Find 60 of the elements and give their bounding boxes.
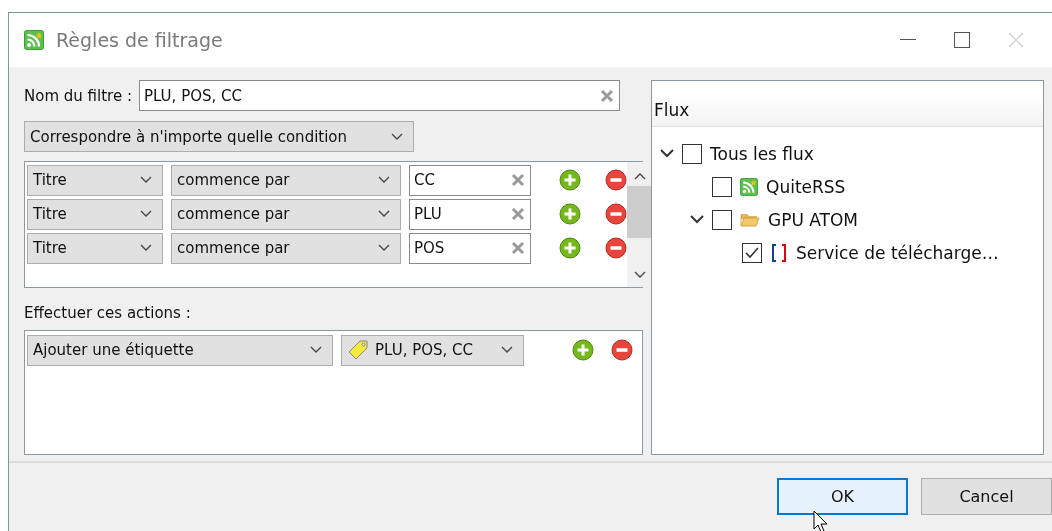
add-icon[interactable]	[559, 237, 581, 259]
tree-item-label[interactable]: QuiteRSS	[766, 176, 846, 197]
add-icon[interactable]	[559, 169, 581, 191]
condition-value-field[interactable]: PLU	[409, 198, 531, 230]
remove-icon[interactable]	[605, 203, 627, 225]
clear-icon[interactable]	[511, 173, 525, 187]
flag-logo-icon	[770, 241, 788, 264]
clear-icon[interactable]	[511, 207, 525, 221]
chevron-down-icon	[310, 346, 322, 354]
add-icon[interactable]	[559, 203, 581, 225]
window-title: Règles de filtrage	[56, 29, 224, 51]
operator-dropdown[interactable]: commence par	[171, 198, 401, 230]
app-logo-icon	[24, 30, 44, 50]
actions-label: Effectuer ces actions :	[24, 304, 191, 322]
checkbox[interactable]	[712, 209, 732, 230]
scroll-down-icon[interactable]	[634, 271, 646, 279]
condition-value-field[interactable]: CC	[409, 164, 531, 196]
checkbox[interactable]	[712, 176, 732, 197]
chevron-down-icon	[501, 346, 513, 354]
chevron-down-icon	[140, 244, 152, 252]
scrollbar[interactable]	[627, 162, 653, 287]
add-icon[interactable]	[572, 339, 594, 361]
maximize-icon[interactable]	[954, 32, 970, 48]
remove-icon[interactable]	[605, 237, 627, 259]
ok-button[interactable]: OK	[777, 477, 908, 515]
clear-icon[interactable]	[599, 88, 614, 103]
chevron-down-icon	[378, 210, 390, 218]
field-dropdown[interactable]: Titre	[27, 198, 163, 230]
tag-dropdown[interactable]: PLU, POS, CC	[341, 334, 524, 366]
match-mode-dropdown[interactable]: Correspondre à n'importe quelle condition	[24, 121, 414, 152]
field-dropdown[interactable]: Titre	[27, 232, 163, 264]
tree-item-label[interactable]: Tous les flux	[710, 143, 814, 164]
chevron-down-icon	[391, 132, 403, 141]
operator-dropdown[interactable]: commence par	[171, 232, 401, 264]
folder-icon	[740, 211, 760, 228]
chevron-down-icon	[140, 176, 152, 184]
operator-dropdown[interactable]: commence par	[171, 164, 401, 196]
chevron-down-icon	[378, 244, 390, 252]
rss-feed-icon	[740, 177, 758, 196]
tree-item-label[interactable]: GPU ATOM	[768, 209, 858, 230]
field-dropdown[interactable]: Titre	[27, 164, 163, 196]
chevron-down-icon	[140, 210, 152, 218]
tag-icon	[347, 339, 369, 361]
checkbox[interactable]	[682, 143, 702, 164]
remove-icon[interactable]	[605, 169, 627, 191]
scroll-up-icon[interactable]	[634, 172, 646, 180]
cancel-button[interactable]: Cancel	[921, 477, 1052, 515]
filter-name-label: Nom du filtre :	[24, 86, 132, 105]
mouse-cursor-icon	[813, 510, 829, 531]
checkbox[interactable]	[742, 242, 762, 263]
clear-icon[interactable]	[511, 241, 525, 255]
tree-item-label[interactable]: Service de télécharge…	[796, 242, 999, 263]
minimize-icon[interactable]	[900, 39, 916, 41]
collapse-icon[interactable]	[660, 149, 674, 158]
action-dropdown[interactable]: Ajouter une étiquette	[27, 334, 333, 366]
chevron-down-icon	[378, 176, 390, 184]
collapse-icon[interactable]	[690, 215, 704, 224]
filter-name-field[interactable]: PLU, POS, CC	[138, 80, 620, 111]
condition-value-field[interactable]: POS	[409, 232, 531, 264]
remove-icon[interactable]	[611, 339, 633, 361]
